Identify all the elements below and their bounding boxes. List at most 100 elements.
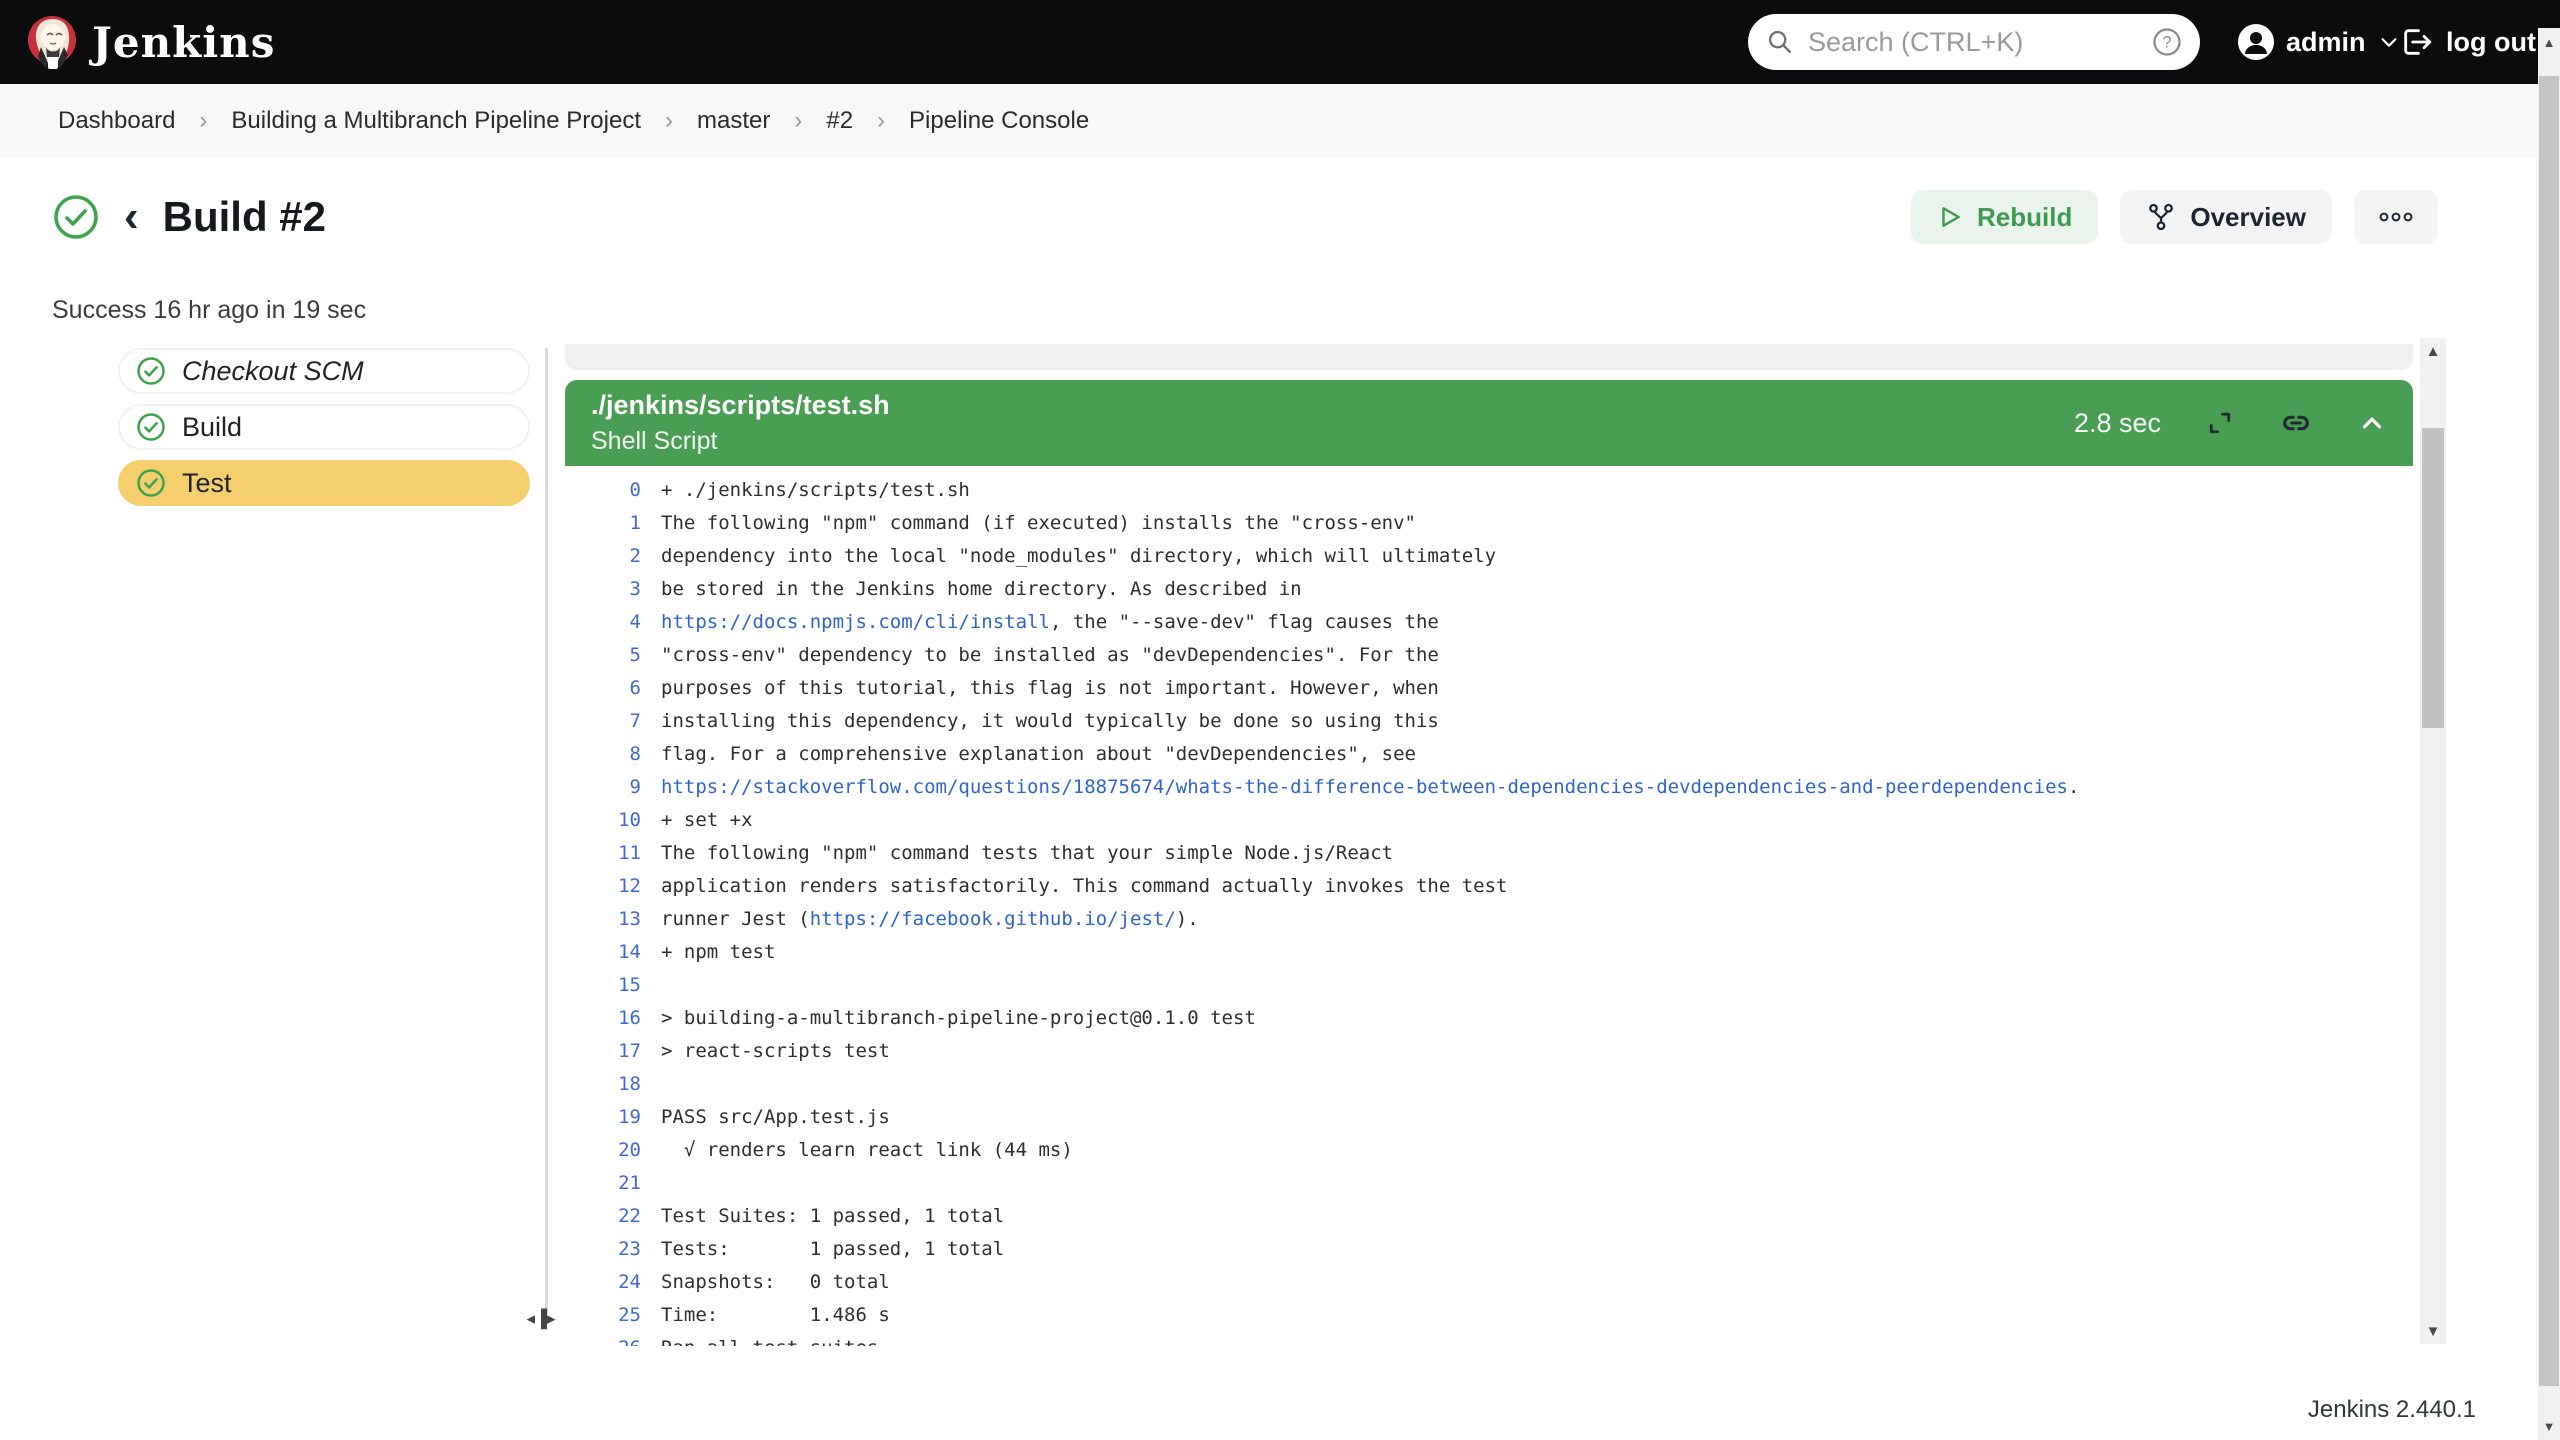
back-button[interactable]: ‹ xyxy=(120,195,143,239)
chevron-up-icon xyxy=(2357,408,2387,438)
line-number[interactable]: 25 xyxy=(565,1299,641,1332)
jenkins-home-link[interactable]: Jenkins xyxy=(26,13,275,71)
line-number[interactable]: 14 xyxy=(565,936,641,969)
line-text: > building-a-multibranch-pipeline-projec… xyxy=(641,1002,1256,1035)
search-icon xyxy=(1766,28,1794,56)
line-number[interactable]: 26 xyxy=(565,1332,641,1346)
breadcrumb-item[interactable]: Dashboard xyxy=(48,101,185,141)
page-scroll-down-arrow[interactable]: ▼ xyxy=(2538,1414,2560,1438)
jenkins-version-label: Jenkins 2.440.1 xyxy=(2308,1396,2476,1424)
splitter-handle[interactable]: ◂▐▸ xyxy=(518,1300,564,1338)
line-number[interactable]: 21 xyxy=(565,1167,641,1200)
stage-item-checkout-scm[interactable]: Checkout SCM xyxy=(118,348,530,394)
breadcrumb-item[interactable]: Pipeline Console xyxy=(899,101,1099,141)
console-scroll-down-arrow[interactable]: ▼ xyxy=(2420,1318,2446,1344)
line-number[interactable]: 1 xyxy=(565,507,641,540)
play-icon xyxy=(1937,204,1963,230)
line-number[interactable]: 17 xyxy=(565,1035,641,1068)
line-number[interactable]: 6 xyxy=(565,672,641,705)
line-number[interactable]: 16 xyxy=(565,1002,641,1035)
line-number[interactable]: 10 xyxy=(565,804,641,837)
line-number[interactable]: 24 xyxy=(565,1266,641,1299)
overview-button[interactable]: Overview xyxy=(2120,190,2332,244)
console-line: 15 xyxy=(565,969,2413,1002)
line-text: + ./jenkins/scripts/test.sh xyxy=(641,474,970,507)
line-text: The following "npm" command tests that y… xyxy=(641,837,1393,870)
line-number[interactable]: 0 xyxy=(565,474,641,507)
console-link[interactable]: https://facebook.github.io/jest/ xyxy=(810,908,1176,930)
rebuild-button[interactable]: Rebuild xyxy=(1911,190,2098,244)
breadcrumb-separator-icon: › xyxy=(665,107,673,135)
build-header-row: ‹ Build #2 Rebuild Overview xyxy=(52,190,2438,244)
console-link[interactable]: https://stackoverflow.com/questions/1887… xyxy=(661,776,2068,798)
breadcrumb-item[interactable]: #2 xyxy=(816,101,863,141)
page-title: Build #2 xyxy=(163,193,326,241)
stage-item-test[interactable]: Test xyxy=(118,460,530,506)
console-line: 18 xyxy=(565,1068,2413,1101)
search-input[interactable]: Search (CTRL+K) ? xyxy=(1748,14,2200,70)
line-text: "cross-env" dependency to be installed a… xyxy=(641,639,1439,672)
console-line: 11The following "npm" command tests that… xyxy=(565,837,2413,870)
logout-button[interactable]: log out xyxy=(2400,0,2536,84)
line-text: Ran all test suites. xyxy=(641,1332,890,1346)
stage-label: Build xyxy=(182,412,242,443)
line-text xyxy=(641,1068,661,1101)
console-line: 3be stored in the Jenkins home directory… xyxy=(565,573,2413,606)
search-placeholder: Search (CTRL+K) xyxy=(1808,27,2152,58)
line-number[interactable]: 13 xyxy=(565,903,641,936)
console-scrollbar[interactable]: ▲ ▼ xyxy=(2420,338,2446,1344)
line-number[interactable]: 12 xyxy=(565,870,641,903)
line-number[interactable]: 18 xyxy=(565,1068,641,1101)
line-number[interactable]: 19 xyxy=(565,1101,641,1134)
console-link[interactable]: https://docs.npmjs.com/cli/install xyxy=(661,611,1050,633)
breadcrumb-separator-icon: › xyxy=(199,107,207,135)
ellipsis-icon xyxy=(2376,207,2416,227)
page-scrollbar-thumb[interactable] xyxy=(2539,76,2559,1386)
console-line: 1The following "npm" command (if execute… xyxy=(565,507,2413,540)
console-scroll-up-arrow[interactable]: ▲ xyxy=(2420,338,2446,364)
sidebar-divider xyxy=(545,348,548,1314)
collapse-step-button[interactable] xyxy=(2357,408,2387,438)
line-text: > react-scripts test xyxy=(641,1035,890,1068)
breadcrumb-item[interactable]: Building a Multibranch Pipeline Project xyxy=(221,101,651,141)
line-number[interactable]: 2 xyxy=(565,540,641,573)
line-number[interactable]: 8 xyxy=(565,738,641,771)
console-line: 19PASS src/App.test.js xyxy=(565,1101,2413,1134)
line-number[interactable]: 5 xyxy=(565,639,641,672)
more-actions-button[interactable] xyxy=(2354,190,2438,244)
line-number[interactable]: 7 xyxy=(565,705,641,738)
help-icon[interactable]: ? xyxy=(2152,27,2182,57)
stage-success-icon xyxy=(136,356,166,386)
breadcrumb-item[interactable]: master xyxy=(687,101,780,141)
line-number[interactable]: 3 xyxy=(565,573,641,606)
page-scrollbar[interactable]: ▲ ▼ xyxy=(2538,28,2560,1440)
pipeline-graph-icon xyxy=(2146,202,2176,232)
jenkins-butler-logo-icon xyxy=(26,13,78,71)
console-scrollbar-thumb[interactable] xyxy=(2422,428,2444,728)
user-name-label: admin xyxy=(2286,27,2366,58)
app-title: Jenkins xyxy=(92,18,275,67)
line-number[interactable]: 11 xyxy=(565,837,641,870)
line-number[interactable]: 9 xyxy=(565,771,641,804)
stage-item-build[interactable]: Build xyxy=(118,404,530,450)
line-text: flag. For a comprehensive explanation ab… xyxy=(641,738,1416,771)
line-number[interactable]: 23 xyxy=(565,1233,641,1266)
line-text xyxy=(641,969,661,1002)
expand-console-button[interactable] xyxy=(2205,408,2235,438)
line-number[interactable]: 15 xyxy=(565,969,641,1002)
build-success-status-icon xyxy=(52,193,100,241)
line-text: Time: 1.486 s xyxy=(641,1299,890,1332)
logout-icon xyxy=(2400,25,2434,59)
build-status-text: Success 16 hr ago in 19 sec xyxy=(52,296,366,325)
page-scroll-up-arrow[interactable]: ▲ xyxy=(2538,30,2560,54)
console-line: 10+ set +x xyxy=(565,804,2413,837)
line-number[interactable]: 22 xyxy=(565,1200,641,1233)
user-menu[interactable]: admin xyxy=(2238,0,2400,84)
line-number[interactable]: 20 xyxy=(565,1134,641,1167)
line-number[interactable]: 4 xyxy=(565,606,641,639)
line-text: √ renders learn react link (44 ms) xyxy=(641,1134,1073,1167)
permalink-button[interactable] xyxy=(2279,406,2313,440)
console-line: 2dependency into the local "node_modules… xyxy=(565,540,2413,573)
shell-script-header[interactable]: ./jenkins/scripts/test.sh Shell Script 2… xyxy=(565,380,2413,466)
line-text: purposes of this tutorial, this flag is … xyxy=(641,672,1439,705)
